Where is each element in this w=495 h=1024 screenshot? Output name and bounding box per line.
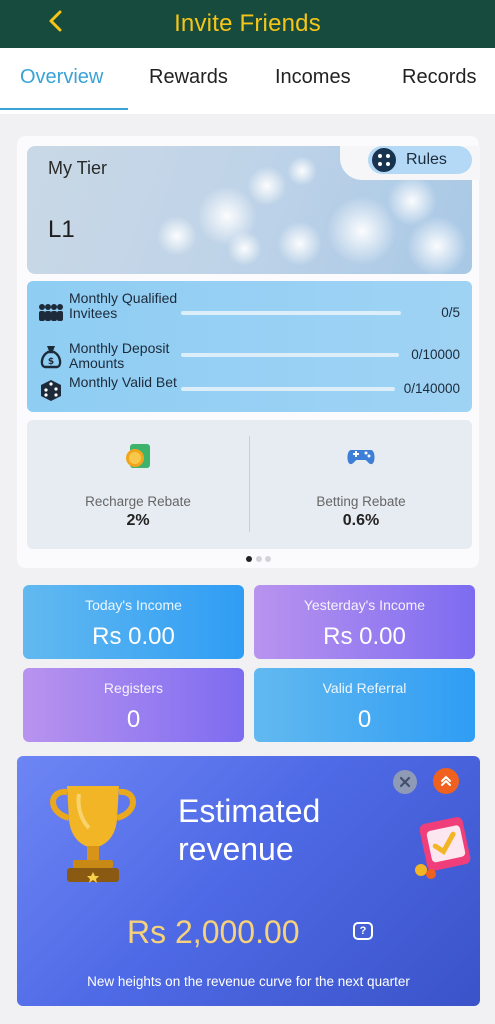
gamepad-icon <box>347 450 375 465</box>
rebate-percent: 0.6% <box>342 512 380 529</box>
today-income-card: Today's Income Rs 0.00 <box>23 585 244 659</box>
yesterday-income-card: Yesterday's Income Rs 0.00 <box>254 585 475 659</box>
pager-dot[interactable] <box>256 556 262 562</box>
money-bag-icon: $ <box>40 346 62 369</box>
help-button[interactable]: ? <box>353 922 373 940</box>
close-icon <box>399 776 411 788</box>
people-icon <box>39 304 63 321</box>
stat-value: Rs 0.00 <box>323 623 406 650</box>
progress-row-deposit: $ Monthly Deposit Amounts 0/10000 <box>27 339 472 373</box>
header-bar: Invite Friends <box>0 0 495 48</box>
progress-value: 0/140000 <box>403 381 460 396</box>
page-title: Invite Friends <box>174 10 321 37</box>
progress-row-bet: Monthly Valid Bet 0/140000 <box>27 373 472 407</box>
revenue-amount: Rs 2,000.00 <box>127 914 300 950</box>
stat-value: 0 <box>357 706 372 733</box>
progress-value: 0/5 <box>441 305 460 320</box>
trophy-icon <box>50 786 136 883</box>
double-chevron-up-icon <box>441 775 451 786</box>
progress-row-invitees: Monthly Qualified Invitees 0/5 <box>27 289 472 337</box>
pager-dot-active[interactable] <box>246 556 252 562</box>
progress-bar <box>181 311 401 315</box>
tier-level: L1 <box>48 216 75 243</box>
coins-icon <box>126 444 150 468</box>
svg-text:$: $ <box>48 357 54 367</box>
chevron-left-icon <box>49 10 62 32</box>
progress-bar <box>181 387 395 391</box>
pager-dot[interactable] <box>265 556 271 562</box>
estimated-revenue-banner[interactable]: Estimated revenue Rs 2,000.00 ? New heig… <box>17 756 480 1006</box>
rebate-name: Recharge Rebate <box>85 494 191 509</box>
stat-caption: Valid Referral <box>322 680 407 696</box>
stat-value: Rs 0.00 <box>92 623 175 650</box>
rebate-name: Betting Rebate <box>316 494 406 509</box>
betting-rebate: Betting Rebate 0.6% <box>250 420 472 549</box>
progress-label: Monthly Deposit Amounts <box>69 340 170 371</box>
progress-bar <box>181 353 399 357</box>
rules-label: Rules <box>406 151 447 168</box>
progress-value: 0/10000 <box>411 347 460 362</box>
revenue-tagline: New heights on the revenue curve for the… <box>87 974 410 989</box>
revenue-heading: Estimated revenue <box>178 792 320 868</box>
close-button[interactable] <box>393 770 417 794</box>
dice-icon <box>41 380 61 401</box>
tier-label: My Tier <box>48 158 108 178</box>
tab-overview[interactable]: Overview <box>20 66 103 89</box>
rules-icon <box>372 148 396 172</box>
rules-button[interactable]: Rules <box>368 146 472 174</box>
revenue-heading-line1: Estimated <box>178 793 321 829</box>
calendar-check-icon <box>415 817 471 879</box>
rebate-percent: 2% <box>126 512 150 529</box>
stat-caption: Today's Income <box>85 597 182 613</box>
valid-referral-card: Valid Referral 0 <box>254 668 475 742</box>
recharge-rebate: Recharge Rebate 2% <box>27 420 249 549</box>
back-button[interactable] <box>40 6 70 36</box>
stat-caption: Yesterday's Income <box>303 597 426 613</box>
registers-card: Registers 0 <box>23 668 244 742</box>
revenue-heading-line2: revenue <box>178 831 294 867</box>
tab-rewards[interactable]: Rewards <box>149 66 228 89</box>
progress-label: Monthly Valid Bet <box>69 374 177 390</box>
stat-caption: Registers <box>103 680 164 696</box>
tab-bar: Overview Rewards Incomes Records <box>0 48 495 114</box>
progress-label: Monthly Qualified Invitees <box>69 290 178 321</box>
tab-records[interactable]: Records <box>402 66 476 89</box>
tier-progress-panel: Monthly Qualified Invitees 0/5 $ Monthly… <box>27 281 472 412</box>
tab-incomes[interactable]: Incomes <box>275 66 351 89</box>
tab-active-indicator <box>0 108 128 110</box>
stat-value: 0 <box>126 706 141 733</box>
collapse-button[interactable] <box>433 768 459 794</box>
